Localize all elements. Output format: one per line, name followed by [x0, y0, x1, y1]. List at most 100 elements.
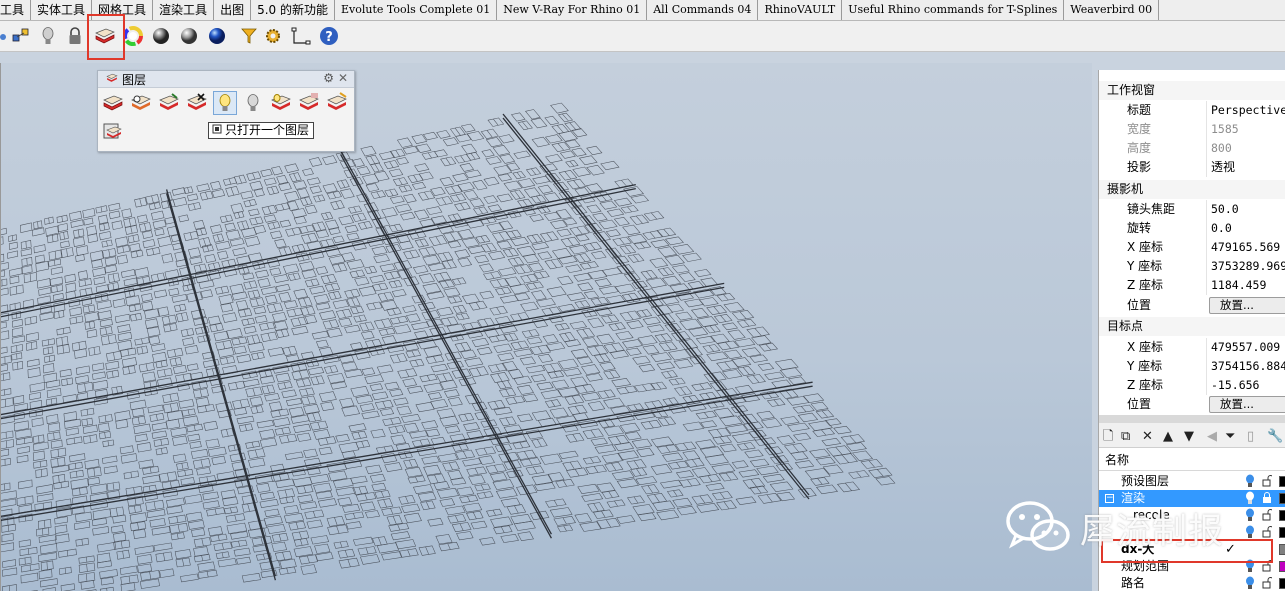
- layer-match-icon[interactable]: [326, 92, 348, 114]
- tab-weaverbird[interactable]: Weaverbird 00: [1064, 0, 1160, 20]
- layers-column-name[interactable]: 名称: [1099, 450, 1285, 471]
- lightbulb-icon[interactable]: [1245, 474, 1255, 488]
- tab-drafting[interactable]: 出图: [214, 0, 252, 20]
- gear-icon[interactable]: ⚙: [323, 71, 334, 85]
- target-y-field[interactable]: 3754156.884: [1211, 357, 1285, 376]
- new-layer-icon[interactable]: 🗋: [1103, 429, 1113, 444]
- lightbulb-icon[interactable]: [37, 25, 59, 47]
- lock-icon[interactable]: [1262, 492, 1272, 504]
- prop-target-z: Z 座标 -15.656: [1099, 376, 1285, 395]
- svg-text:?: ?: [325, 30, 333, 45]
- place-target-button[interactable]: 放置...: [1209, 396, 1285, 413]
- lock-icon[interactable]: [64, 25, 86, 47]
- tab-evolute-tools[interactable]: Evolute Tools Complete 01: [335, 0, 498, 20]
- layer-row[interactable]: 规划范围: [1099, 558, 1285, 575]
- collapse-icon[interactable]: −: [1105, 494, 1114, 503]
- move-down-icon[interactable]: ▼: [1184, 429, 1194, 444]
- rotation-field[interactable]: 0.0: [1211, 219, 1232, 238]
- layer-color-swatch[interactable]: [1279, 578, 1285, 589]
- layer-row[interactable]: 路名: [1099, 575, 1285, 591]
- move-left-icon[interactable]: ◀: [1207, 429, 1217, 444]
- tools-icon[interactable]: 🔧: [1267, 429, 1283, 444]
- rhino-window: 工具 实体工具 网格工具 渲染工具 出图 5.0 的新功能 Evolute To…: [0, 0, 1285, 591]
- section-target: 目标点: [1099, 317, 1285, 336]
- layer-panel-title: 图层: [122, 72, 147, 87]
- tab-all-commands[interactable]: All Commands 04: [647, 0, 759, 20]
- layer-off-icon[interactable]: [186, 92, 208, 114]
- layer-lock-icon[interactable]: [270, 92, 292, 114]
- sphere-shaded-icon[interactable]: [150, 25, 172, 47]
- delete-layer-icon[interactable]: ✕: [1142, 429, 1153, 444]
- layer-color-swatch[interactable]: [1279, 476, 1285, 487]
- camera-z-field[interactable]: 1184.459: [1211, 276, 1266, 295]
- camera-y-field[interactable]: 3753289.969: [1211, 257, 1285, 276]
- tab-vray[interactable]: New V-Ray For Rhino 01: [497, 0, 648, 20]
- lightbulb-icon[interactable]: [1245, 525, 1255, 539]
- main-toolbar: ?: [0, 21, 1285, 52]
- layer-color-swatch[interactable]: [1279, 493, 1285, 504]
- tab-render-tools[interactable]: 渲染工具: [153, 0, 215, 20]
- filter-icon[interactable]: ⏷: [1225, 429, 1235, 444]
- lightbulb-on-icon[interactable]: [213, 91, 237, 115]
- layer-icon[interactable]: [102, 92, 124, 114]
- layer-color-swatch[interactable]: [1279, 561, 1285, 572]
- current-layer-check-icon: ✓: [1225, 542, 1236, 557]
- tab-tools[interactable]: 工具: [0, 0, 32, 20]
- tab-new-in-5[interactable]: 5.0 的新功能: [251, 0, 335, 20]
- lightbulb-icon[interactable]: [1245, 576, 1255, 590]
- copy-icon[interactable]: ▯: [1247, 429, 1254, 444]
- sphere-blue-icon[interactable]: [206, 25, 228, 47]
- tab-mesh-tools[interactable]: 网格工具: [92, 0, 154, 20]
- layer-row[interactable]: [1099, 524, 1285, 541]
- target-x-field[interactable]: 479557.009: [1211, 338, 1280, 357]
- prop-camera-x: X 座标 479165.569: [1099, 238, 1285, 257]
- layer-row[interactable]: recole: [1099, 507, 1285, 524]
- unlock-icon[interactable]: [1262, 577, 1272, 589]
- layer-visible-icon[interactable]: [130, 92, 152, 114]
- tab-rhinovault[interactable]: RhinoVAULT: [758, 0, 843, 20]
- layer-row[interactable]: − 渲染: [1099, 490, 1285, 507]
- help-icon[interactable]: ?: [318, 25, 340, 47]
- section-viewport: 工作视窗: [1099, 81, 1285, 100]
- layer-color-swatch[interactable]: [1279, 510, 1285, 521]
- place-camera-button[interactable]: 放置...: [1209, 297, 1285, 314]
- snap-points-icon[interactable]: [10, 25, 32, 47]
- close-icon[interactable]: ✕: [338, 71, 348, 85]
- tab-solid-tools[interactable]: 实体工具: [31, 0, 93, 20]
- prop-width: 宽度 1585: [1099, 120, 1285, 139]
- layer-settings-icon[interactable]: [102, 120, 124, 142]
- layer-row[interactable]: dx-大 ✓: [1099, 541, 1285, 558]
- lightbulb-icon[interactable]: [1245, 491, 1255, 505]
- unlock-icon[interactable]: [1262, 526, 1272, 538]
- unlock-icon[interactable]: [1262, 475, 1272, 487]
- title-field[interactable]: Perspective: [1211, 101, 1285, 120]
- select-filter-icon[interactable]: [238, 25, 260, 47]
- new-sublayer-icon[interactable]: ⧉: [1121, 429, 1130, 444]
- viewport-properties: 工作视窗 标题 Perspective 宽度 1585 高度 800 投影 透视 摄影机…: [1099, 70, 1285, 415]
- prop-projection: 投影 透视: [1099, 158, 1285, 177]
- lightbulb-icon[interactable]: [1245, 508, 1255, 522]
- camera-x-field[interactable]: 479165.569: [1211, 238, 1280, 257]
- unlock-icon[interactable]: [1262, 509, 1272, 521]
- panel-splitter[interactable]: [1099, 415, 1285, 423]
- gear-settings-icon[interactable]: [262, 25, 284, 47]
- layer-row[interactable]: 预设图层: [1099, 473, 1285, 490]
- layer-current-icon[interactable]: [158, 92, 180, 114]
- lens-field[interactable]: 50.0: [1211, 200, 1239, 219]
- lightbulb-icon[interactable]: [1245, 559, 1255, 573]
- projection-select[interactable]: 透视: [1211, 158, 1235, 177]
- lightbulb-off-icon[interactable]: [242, 92, 264, 114]
- layer-color-swatch[interactable]: [1279, 527, 1285, 538]
- unlock-icon[interactable]: [1262, 560, 1272, 572]
- tab-useful-rhino-commands[interactable]: Useful Rhino commands for T-Splines: [842, 0, 1065, 20]
- layer-change-icon[interactable]: [298, 92, 320, 114]
- layers-panel: 🗋 ⧉ ✕ ▲ ▼ ◀ ⏷ ▯ 🔧 名称 预设图层 − 渲染 recole dx…: [1099, 426, 1285, 591]
- sphere-rendered-icon[interactable]: [178, 25, 200, 47]
- target-z-field[interactable]: -15.656: [1211, 376, 1259, 395]
- color-wheel-icon[interactable]: [122, 25, 144, 47]
- dimension-icon[interactable]: [290, 25, 312, 47]
- move-up-icon[interactable]: ▲: [1163, 429, 1173, 444]
- layer-icon[interactable]: [94, 25, 116, 47]
- layer-color-swatch[interactable]: [1279, 544, 1285, 555]
- layer-panel-icon: [106, 72, 118, 87]
